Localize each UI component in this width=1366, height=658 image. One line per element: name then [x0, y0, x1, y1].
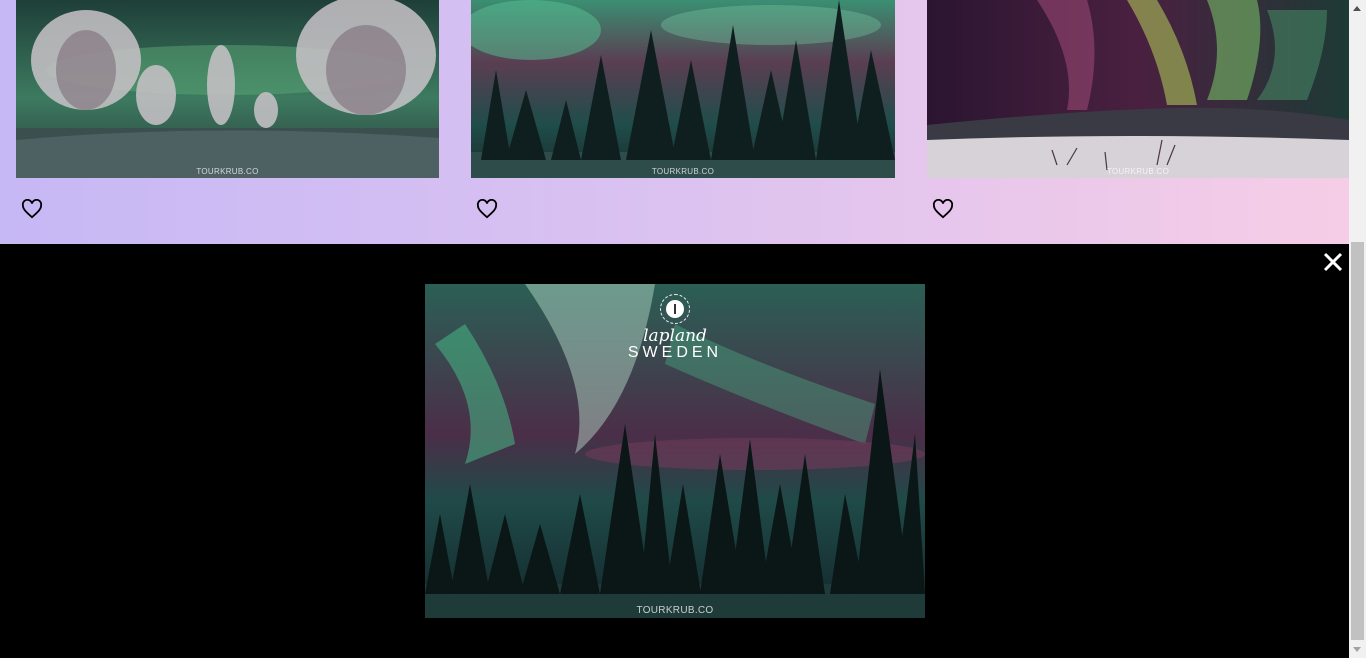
gallery-card: TOURKRUB.CO [927, 0, 1349, 219]
watermark-text: TOURKRUB.CO [651, 167, 715, 176]
watermark-text: TOURKRUB.CO [1106, 167, 1170, 176]
gallery-image[interactable]: TOURKRUB.CO [16, 0, 439, 178]
logo-emblem-icon [660, 294, 690, 324]
vertical-scrollbar[interactable] [1349, 0, 1366, 658]
scrollbar-thumb[interactable] [1351, 242, 1364, 640]
logo-word: lapland [643, 326, 707, 346]
gallery-card: TOURKRUB.CO [471, 0, 895, 219]
watermark-text: TOURKRUB.CO [196, 167, 259, 176]
lightbox-overlay[interactable]: lapland SWEDEN TOURKRUB.CO [0, 244, 1349, 658]
heart-icon[interactable] [932, 198, 954, 219]
logo-country: SWEDEN [627, 344, 723, 361]
lapland-logo: lapland SWEDEN [425, 294, 925, 362]
gallery-card: TOURKRUB.CO [16, 0, 439, 219]
gallery-image[interactable]: TOURKRUB.CO [927, 0, 1349, 178]
scroll-down-arrow-icon[interactable] [1353, 647, 1361, 652]
heart-icon[interactable] [21, 198, 43, 219]
close-icon[interactable] [1321, 250, 1345, 274]
gallery-image[interactable]: TOURKRUB.CO [471, 0, 895, 178]
lightbox-image[interactable]: lapland SWEDEN TOURKRUB.CO [425, 284, 925, 618]
watermark-text: TOURKRUB.CO [636, 605, 714, 616]
gallery-section: TOURKRUB.CO TOURKRUB.CO TOURKRUB.CO [0, 0, 1349, 244]
heart-icon[interactable] [476, 198, 498, 219]
scroll-up-arrow-icon[interactable] [1353, 6, 1361, 11]
